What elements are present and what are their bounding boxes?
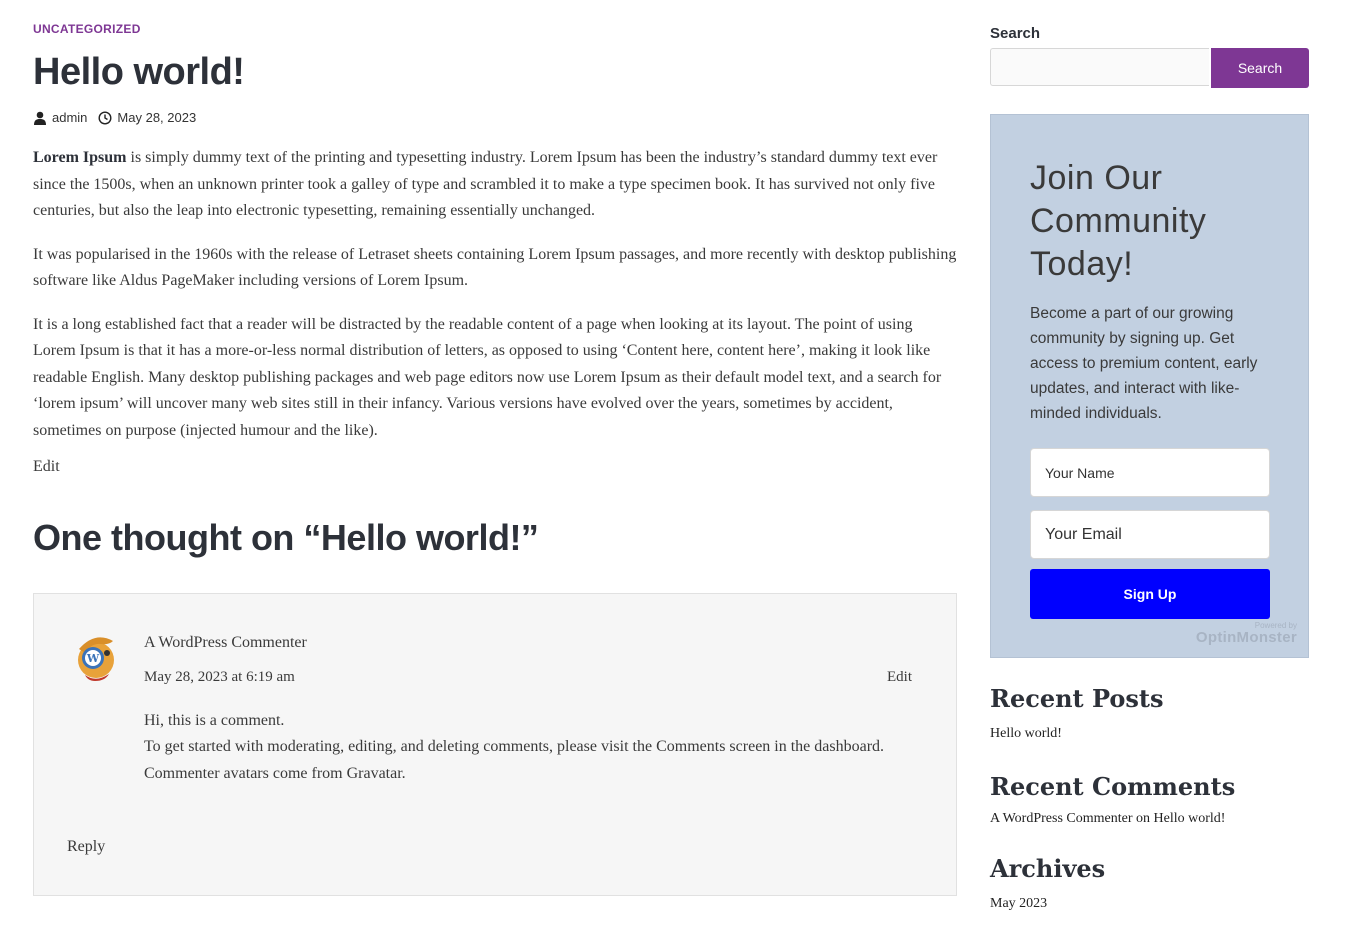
recent-comment-post-link[interactable]: Hello world! [1154,811,1226,826]
lead-bold-text: Lorem Ipsum [33,149,127,166]
recent-posts-title: Recent Posts [990,684,1164,713]
comment-date-link[interactable]: May 28, 2023 at 6:19 am [144,669,295,686]
optin-title: Join Our Community Today! [1030,159,1207,283]
post-edit-link[interactable]: Edit [33,458,60,476]
optin-description: Become a part of our growing community b… [1030,305,1258,422]
post-content: Lorem Ipsum is simply dummy text of the … [33,145,957,461]
optin-widget: Join Our Community Today! Become a part … [990,114,1309,658]
post-author-link[interactable]: admin [52,110,87,125]
svg-text:W: W [86,652,100,665]
recent-comment-item: A WordPress Commenter on Hello world! [990,811,1225,827]
recent-comment-author-link[interactable]: A WordPress Commenter [990,811,1133,826]
comment-line-2: To get started with moderating, editing,… [144,738,885,756]
optinmonster-logo: OptinMonster [1195,629,1297,646]
email-field[interactable] [1030,510,1270,559]
comment-line-3: Commenter avatars come from Gravatar. [144,764,406,782]
comment-item: W A WordPress Commenter May 28, 2023 at … [33,593,957,896]
search-input[interactable] [990,48,1209,86]
sign-up-button[interactable]: Sign Up [1030,569,1270,619]
paragraph-1: Lorem Ipsum is simply dummy text of the … [33,145,957,225]
clock-icon [98,110,112,125]
archives-title: Archives [990,854,1106,883]
recent-comment-on: on [1136,811,1150,826]
post-title: Hello world! [33,51,245,93]
comment-author: A WordPress Commenter [144,634,307,651]
comments-title: One thought on “Hello world!” [33,517,539,558]
category-link[interactable]: UNCATEGORIZED [33,22,141,36]
powered-by-badge[interactable]: Powered by OptinMonster [1196,621,1297,646]
paragraph-1-text: is simply dummy text of the printing and… [33,149,938,219]
name-field[interactable] [1030,448,1270,497]
recent-comments-title: Recent Comments [990,772,1236,801]
reply-link[interactable]: Reply [67,838,105,856]
paragraph-2: It was popularised in the 1960s with the… [33,245,957,290]
user-icon [33,111,47,125]
comment-line-1: Hi, this is a comment. [144,712,285,729]
search-label: Search [990,25,1041,42]
comment-body: Hi, this is a comment. To get started wi… [144,708,904,787]
search-button[interactable]: Search [1211,48,1309,88]
paragraph-3: It is a long established fact that a rea… [33,315,942,439]
comment-edit-link[interactable]: Edit [887,669,912,686]
post-meta: admin May 28, 2023 [33,110,196,125]
post-date-link[interactable]: May 28, 2023 [117,110,196,125]
avatar: W [71,631,119,683]
archive-link[interactable]: May 2023 [990,896,1047,912]
recent-post-link[interactable]: Hello world! [990,726,1062,742]
